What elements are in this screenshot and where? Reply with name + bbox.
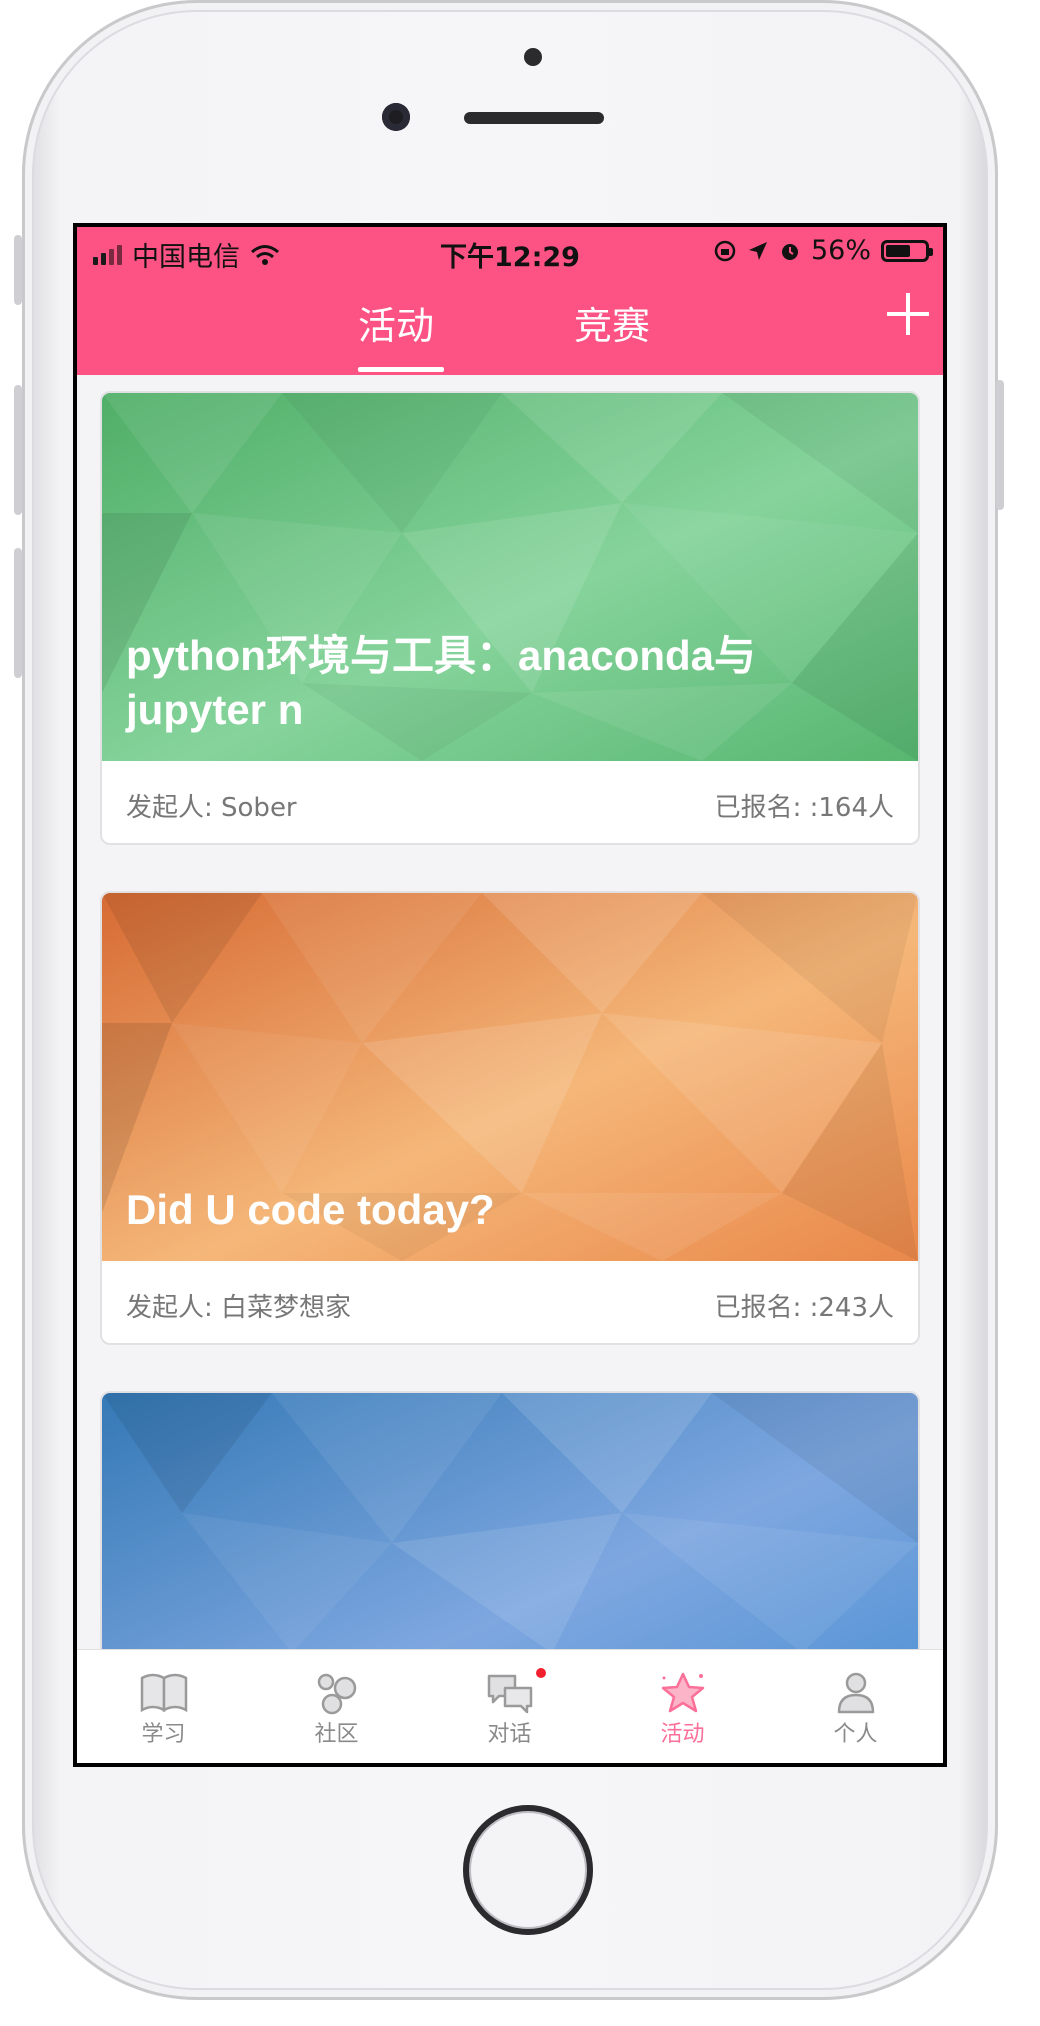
location-icon [748, 241, 767, 260]
tabbar-label: 学习 [141, 1722, 186, 1747]
card-title: python环境与工具：anaconda与jupyter n [126, 632, 757, 733]
tabbar-item-profile[interactable]: 个人 [769, 1650, 942, 1763]
tabbar-label: 对话 [487, 1722, 532, 1747]
battery-icon [881, 239, 933, 262]
active-tab-indicator [358, 367, 444, 372]
bottom-tab-bar: 学习 社区 对话 活动 个人 [77, 1649, 943, 1763]
card-enrolled-count: 已报名: :243人 [714, 1293, 894, 1323]
tab-competitions[interactable]: 竞赛 [574, 295, 650, 350]
community-icon [317, 1673, 357, 1715]
tabbar-item-learn[interactable]: 学习 [77, 1650, 250, 1763]
star-icon [661, 1672, 705, 1713]
header-tabs: 活动 竞赛 [77, 277, 943, 375]
battery-percent: 56% [810, 235, 871, 266]
phone-screen: 中国电信 下午12:29 56% 活动 竞赛 python环境与工具：anaco… [73, 223, 947, 1767]
earpiece-speaker [464, 112, 604, 124]
tabbar-item-community[interactable]: 社区 [250, 1650, 423, 1763]
tab-activities[interactable]: 活动 [358, 295, 434, 350]
card-title: Did U code today? [126, 1186, 495, 1233]
card-cover-image: Did U code today? [102, 893, 918, 1261]
person-icon [837, 1672, 875, 1714]
volume-up-button [14, 385, 22, 515]
card-organizer: 发起人: Sober [126, 793, 297, 823]
book-icon [140, 1673, 188, 1713]
mute-switch [14, 235, 22, 305]
card-cover-image: python环境与工具：anaconda与jupyter n [102, 393, 918, 761]
notification-dot [536, 1668, 546, 1678]
power-button [996, 380, 1004, 510]
card-footer: 发起人: 白菜梦想家 已报名: :243人 [102, 1261, 918, 1343]
tabbar-item-activities[interactable]: 活动 [596, 1650, 769, 1763]
card-footer: 发起人: Sober 已报名: :164人 [102, 761, 918, 843]
tabbar-label: 活动 [660, 1722, 705, 1747]
front-camera [382, 103, 410, 131]
card-organizer: 发起人: 白菜梦想家 [126, 1293, 352, 1323]
rotation-lock-icon [714, 240, 736, 261]
activity-card[interactable]: Did U code today? 发起人: 白菜梦想家 已报名: :243人 [102, 893, 918, 1343]
home-button[interactable] [463, 1805, 593, 1935]
chat-icon [487, 1674, 533, 1714]
top-bar: 中国电信 下午12:29 56% 活动 竞赛 [77, 227, 943, 375]
plus-icon[interactable] [879, 285, 937, 343]
status-bar: 中国电信 下午12:29 56% [77, 227, 943, 277]
proximity-sensor [524, 48, 542, 66]
activity-card[interactable]: python环境与工具：anaconda与jupyter n 发起人: Sobe… [102, 393, 918, 843]
tabbar-item-chat[interactable]: 对话 [423, 1650, 596, 1763]
alarm-icon [781, 243, 798, 260]
tabbar-label: 社区 [314, 1722, 359, 1747]
card-enrolled-count: 已报名: :164人 [714, 793, 894, 823]
tabbar-label: 个人 [833, 1722, 878, 1747]
volume-down-button [14, 548, 22, 678]
